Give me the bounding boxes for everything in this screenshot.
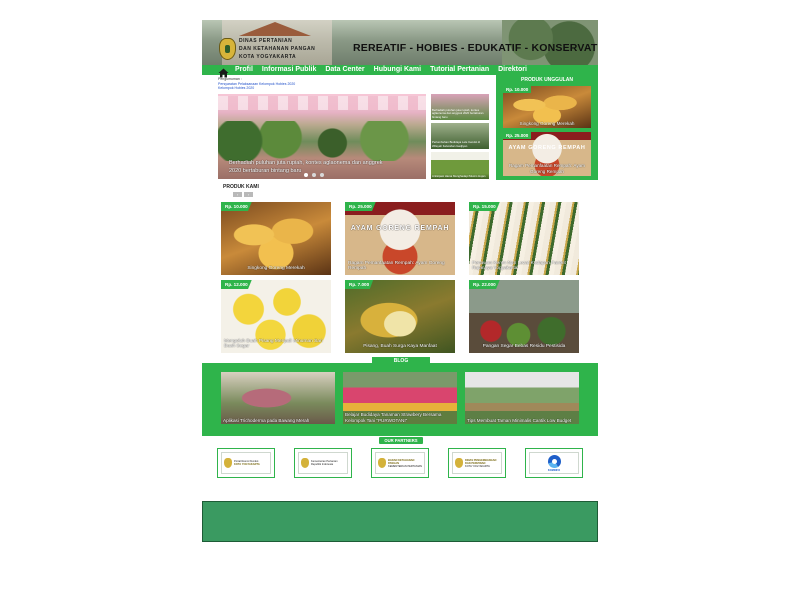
product-caption: Ragam Pemanfaatan Rempah: Ayam Goreng Re…: [508, 163, 585, 174]
product-card[interactable]: Rp. 25.000 AYAM GORENG REMPAH Ragam Pema…: [345, 202, 455, 275]
blog-section-title: BLOG: [372, 357, 430, 365]
slider-dots: [304, 173, 324, 177]
price-badge: Rp. 25.000: [345, 202, 376, 211]
product-caption: Ragam Pemanfaatan Rempah: Ayam Goreng Re…: [348, 260, 445, 272]
product-card[interactable]: Rp. 22.000 Pangan Segar Bebas Residu Pes…: [469, 280, 579, 353]
blog-card[interactable]: Belajar Budidaya Tanaman Strawbery Bersa…: [343, 372, 457, 424]
home-icon[interactable]: [218, 65, 229, 78]
announcement-box: Pengumuman : Persyaratan Pelaksanaan Kel…: [218, 77, 398, 91]
agency-line-3: KOTA YOGYAKARTA: [239, 54, 297, 60]
price-badge: Rp. 10.000: [503, 86, 532, 93]
chevron-right-icon[interactable]: ›: [244, 192, 253, 197]
partner-name: KOMINFO: [547, 468, 561, 472]
slider-dot-3[interactable]: [320, 173, 324, 177]
slider-thumbnails: Berhadiah puluhan juta rupiah, kontes ag…: [431, 94, 489, 179]
product-caption: Singkong Goreng Merekah: [247, 266, 305, 272]
product-card[interactable]: Rp. 10.000 Singkong Goreng Merekah: [221, 202, 331, 275]
blog-card[interactable]: Tips Membuat Taman Minimalis Cantik Low …: [465, 372, 579, 424]
thumbnail-caption: Pertumbuhan Budidaya Lele Cendol di Wila…: [432, 140, 480, 148]
product-caption: Pangan Segar Bebas Residu Pestisida: [482, 344, 566, 350]
blog-section: Aplikasi Trichoderma pada Bawang Merah B…: [202, 363, 598, 436]
seal-icon: [378, 458, 386, 468]
slider-image-tent: [218, 96, 426, 110]
partner-name: Kementerian Pertanian Republik Indonesia: [311, 460, 338, 466]
price-badge: Rp. 7.000: [345, 280, 374, 289]
featured-product-card[interactable]: Rp. 25.000 AYAM GORENG REMPAH Ragam Pema…: [503, 132, 591, 176]
products-section-title: PRODUK KAMI: [223, 184, 259, 190]
price-badge: Rp. 12.000: [221, 280, 252, 289]
partner-line-2: KOTA YOGYAKARTA: [234, 463, 260, 466]
partner-line-2: KEMENTERIAN PERTANIAN: [388, 464, 423, 468]
price-badge: Rp. 25.000: [503, 132, 532, 139]
city-seal-logo[interactable]: [219, 38, 236, 60]
blog-caption: Tips Membuat Taman Minimalis Cantik Low …: [467, 417, 572, 423]
seal-icon: [301, 458, 309, 468]
partner-line-2: KOTA YOGYAKARTA: [465, 464, 490, 468]
thumbnail-item[interactable]: Berhadiah puluhan juta rupiah, kontes ag…: [431, 94, 489, 120]
featured-products-panel: PRODUK UNGGULAN Rp. 10.000 Singkong Gore…: [496, 74, 598, 180]
partner-logo-frame: Kementerian Pertanian Republik Indonesia: [298, 452, 348, 474]
price-badge: Rp. 10.000: [221, 202, 252, 211]
partner-name: DINAS PENGEMBANGAN DAN PERIZINAN KOTA YO…: [465, 459, 501, 468]
partner-logo-pemkot[interactable]: Portal Resmi Pemkot KOTA YOGYAKARTA: [217, 448, 275, 478]
seal-icon: [224, 458, 232, 468]
nav-item-tutorial-pertanian[interactable]: Tutorial Pertanian: [430, 65, 489, 75]
chevron-left-icon[interactable]: ‹: [233, 192, 242, 197]
nav-item-hubungi-kami[interactable]: Hubungi Kami: [374, 65, 421, 75]
seal-icon: [455, 458, 463, 468]
product-caption: Penawan Keren Nan Lezat Kudapan Favorit …: [472, 260, 566, 272]
product-card[interactable]: Rp. 12.000 Mengolah Buah Pisang Menjadi …: [221, 280, 331, 353]
partner-name: Portal Resmi Pemkot KOTA YOGYAKARTA: [234, 460, 260, 466]
agency-line-1: DINAS PERTANIAN: [239, 38, 293, 44]
partners-section-title: OUR PARTNERS: [379, 437, 423, 444]
nav-item-profil[interactable]: Profil: [235, 65, 253, 75]
partner-line-2: Republik Indonesia: [311, 463, 334, 466]
blog-caption: Belajar Budidaya Tanaman Strawbery Bersa…: [345, 412, 442, 423]
site-tagline: REREATIF - HOBIES - EDUKATIF - KONSERVAT…: [353, 42, 598, 54]
thumbnail-caption: Antisipasi Hama Menghadapi Musim Hujan: [432, 173, 486, 178]
product-caption: Pisang, Buah Surga Kaya Manfaat: [363, 344, 437, 350]
site-header: DINAS PERTANIAN DAN KETAHANAN PANGAN KOT…: [202, 20, 598, 65]
website-mockup: DINAS PERTANIAN DAN KETAHANAN PANGAN KOT…: [202, 20, 598, 542]
agency-name: DINAS PERTANIAN DAN KETAHANAN PANGAN KOT…: [239, 37, 315, 61]
nav-item-informasi-publik[interactable]: Informasi Publik: [262, 65, 316, 75]
partner-logo-frame: KOMINFO: [529, 452, 579, 474]
product-card[interactable]: Rp. 7.000 Pisang, Buah Surga Kaya Manfaa…: [345, 280, 455, 353]
slider-dot-2[interactable]: [312, 173, 316, 177]
partner-logo-dpp[interactable]: DINAS PENGEMBANGAN DAN PERIZINAN KOTA YO…: [448, 448, 506, 478]
partner-name: BADAN KETAHANAN PANGAN KEMENTERIAN PERTA…: [388, 459, 424, 468]
nav-item-data-center[interactable]: Data Center: [325, 65, 364, 75]
thumbnail-item[interactable]: Pertumbuhan Budidaya Lele Cendol di Wila…: [431, 123, 489, 149]
product-image-overlay-text: AYAM GORENG REMPAH: [508, 145, 586, 151]
price-badge: Rp. 15.000: [469, 202, 500, 211]
partner-logo-kominfo[interactable]: KOMINFO: [525, 448, 583, 478]
agency-line-2: DAN KETAHANAN PANGAN: [239, 46, 316, 52]
featured-products-title: PRODUK UNGGULAN: [521, 77, 573, 83]
product-image-overlay-text: AYAM GORENG REMPAH: [350, 225, 450, 232]
product-card[interactable]: Rp. 15.000 Penawan Keren Nan Lezat Kudap…: [469, 202, 579, 275]
partner-logo-kementan[interactable]: Kementerian Pertanian Republik Indonesia: [294, 448, 352, 478]
products-carousel-controls: ‹ ›: [233, 192, 253, 197]
partner-logo-frame: BADAN KETAHANAN PANGAN KEMENTERIAN PERTA…: [375, 452, 425, 474]
price-badge: Rp. 22.000: [469, 280, 500, 289]
partner-logo-frame: DINAS PENGEMBANGAN DAN PERIZINAN KOTA YO…: [452, 452, 502, 474]
announcement-link-2[interactable]: Kelompok Hobies 2020: [218, 86, 398, 91]
featured-product-card[interactable]: Rp. 10.000 Singkong Goreng Merekah: [503, 86, 591, 128]
slider-image-plants: [218, 121, 426, 161]
partner-logo-frame: Portal Resmi Pemkot KOTA YOGYAKARTA: [221, 452, 271, 474]
product-caption: Singkong Goreng Merekah: [519, 120, 575, 126]
thumbnail-caption: Berhadiah puluhan juta rupiah, kontes ag…: [432, 107, 484, 119]
kominfo-logo-icon: [547, 454, 561, 468]
thumbnail-item[interactable]: Antisipasi Hama Menghadapi Musim Hujan: [431, 152, 489, 179]
product-caption: Mengolah Buah Pisang Menjadi Minuman Sar…: [224, 338, 323, 350]
partner-logo-bkp[interactable]: BADAN KETAHANAN PANGAN KEMENTERIAN PERTA…: [371, 448, 429, 478]
hero-slider[interactable]: Berhadiah puluhan juta rupiah, kontes ag…: [218, 94, 426, 179]
blog-card[interactable]: Aplikasi Trichoderma pada Bawang Merah: [221, 372, 335, 424]
blog-caption: Aplikasi Trichoderma pada Bawang Merah: [223, 417, 310, 423]
site-footer: [202, 501, 598, 542]
slider-dot-1[interactable]: [304, 173, 308, 177]
